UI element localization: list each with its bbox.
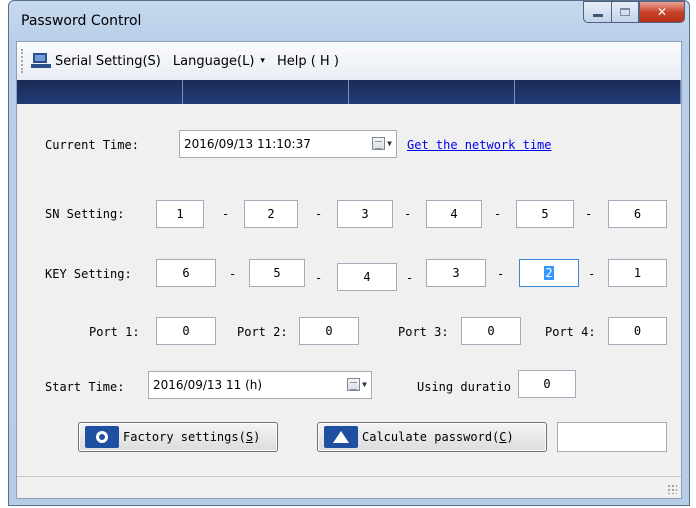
key-separator: - xyxy=(588,267,596,281)
port-4-input[interactable]: 0 xyxy=(608,317,667,345)
port-3-label: Port 3: xyxy=(398,325,449,339)
sn-separator: - xyxy=(494,207,502,221)
port-3-input[interactable]: 0 xyxy=(461,317,521,345)
menu-help[interactable]: Help ( H ) xyxy=(271,48,345,74)
calculate-password-label: Calculate password(C) xyxy=(362,430,514,444)
maximize-button[interactable] xyxy=(611,1,639,23)
resize-grip-icon[interactable] xyxy=(667,484,677,494)
menu-serial-setting[interactable]: Serial Setting(S) xyxy=(25,48,167,74)
header-band-segment xyxy=(349,80,515,104)
port-4-label: Port 4: xyxy=(545,325,596,339)
menu-help-label: Help ( H ) xyxy=(276,53,339,69)
using-duration-label: Using duratio xyxy=(417,380,511,394)
header-band-segment xyxy=(515,80,681,104)
factory-settings-button[interactable]: Factory settings(S) xyxy=(78,422,278,452)
port-2-label: Port 2: xyxy=(237,325,288,339)
dropdown-arrow-icon: ▼ xyxy=(362,380,367,389)
sn-field-5[interactable]: 5 xyxy=(516,200,574,228)
serial-port-icon xyxy=(31,53,51,69)
key-field-5-selection: 2 xyxy=(544,266,554,280)
menu-language[interactable]: Language(L) ▾ xyxy=(167,48,271,74)
menu-serial-label: Serial Setting(S) xyxy=(55,53,161,69)
header-band-segment xyxy=(183,80,349,104)
sn-separator: - xyxy=(222,207,230,221)
key-separator: - xyxy=(406,271,414,285)
minimize-icon xyxy=(592,13,603,17)
key-separator: - xyxy=(229,267,237,281)
calendar-dropdown[interactable]: ▼ xyxy=(372,137,392,150)
port-2-input[interactable]: 0 xyxy=(299,317,359,345)
header-band-segment xyxy=(17,80,183,104)
key-field-4[interactable]: 3 xyxy=(426,259,486,287)
key-separator: - xyxy=(497,267,505,281)
calendar-icon xyxy=(372,137,386,150)
current-time-value: 2016/09/13 11:10:37 xyxy=(184,137,311,151)
client-area: Serial Setting(S) Language(L) ▾ Help ( H… xyxy=(16,41,682,499)
current-time-picker[interactable]: 2016/09/13 11:10:37 ▼ xyxy=(179,130,397,158)
sn-separator: - xyxy=(585,207,593,221)
close-icon: ✕ xyxy=(656,5,668,19)
start-time-value: 2016/09/13 11 (h) xyxy=(153,378,263,392)
close-button[interactable]: ✕ xyxy=(639,1,685,23)
start-time-picker[interactable]: 2016/09/13 11 (h) ▼ xyxy=(148,371,372,399)
sn-field-2[interactable]: 2 xyxy=(244,200,298,228)
sn-field-6[interactable]: 6 xyxy=(608,200,667,228)
key-field-3[interactable]: 4 xyxy=(337,263,397,291)
form-panel: Current Time: 2016/09/13 11:10:37 ▼ Get … xyxy=(17,104,681,478)
key-separator: - xyxy=(315,271,323,285)
sn-separator: - xyxy=(315,207,323,221)
using-duration-input[interactable]: 0 xyxy=(518,370,576,398)
sn-field-3[interactable]: 3 xyxy=(337,200,393,228)
gear-icon xyxy=(85,426,119,448)
sn-field-4[interactable]: 4 xyxy=(426,200,482,228)
menu-language-label: Language(L) xyxy=(172,53,255,69)
key-field-5[interactable]: 2 xyxy=(519,259,579,287)
window-controls: ✕ xyxy=(583,1,685,23)
port-1-label: Port 1: xyxy=(89,325,140,339)
menu-bar: Serial Setting(S) Language(L) ▾ Help ( H… xyxy=(17,42,681,80)
header-band xyxy=(17,80,681,104)
title-bar[interactable]: Password Control ✕ xyxy=(9,1,689,41)
key-field-2[interactable]: 5 xyxy=(249,259,305,287)
start-time-label: Start Time: xyxy=(45,380,125,394)
window-title: Password Control xyxy=(21,13,142,29)
current-time-label: Current Time: xyxy=(45,138,139,152)
port-1-input[interactable]: 0 xyxy=(156,317,216,345)
key-field-1[interactable]: 6 xyxy=(156,259,216,287)
app-window: Password Control ✕ Serial Setting(S) Lan… xyxy=(8,0,690,506)
upload-arrow-icon xyxy=(324,426,358,448)
sn-field-1[interactable]: 1 xyxy=(156,200,204,228)
factory-settings-label: Factory settings(S) xyxy=(123,430,261,444)
password-result-field[interactable] xyxy=(557,422,667,452)
calendar-dropdown[interactable]: ▼ xyxy=(347,378,367,391)
get-network-time-link[interactable]: Get the network time xyxy=(407,138,552,152)
dropdown-caret-icon: ▾ xyxy=(260,56,265,66)
sn-setting-label: SN Setting: xyxy=(45,207,125,221)
status-bar xyxy=(17,476,681,498)
minimize-button[interactable] xyxy=(583,1,611,23)
maximize-icon xyxy=(620,8,630,16)
key-field-6[interactable]: 1 xyxy=(608,259,667,287)
calendar-icon xyxy=(347,378,361,391)
key-setting-label: KEY Setting: xyxy=(45,267,132,281)
dropdown-arrow-icon: ▼ xyxy=(387,139,392,148)
sn-separator: - xyxy=(404,207,412,221)
calculate-password-button[interactable]: Calculate password(C) xyxy=(317,422,547,452)
